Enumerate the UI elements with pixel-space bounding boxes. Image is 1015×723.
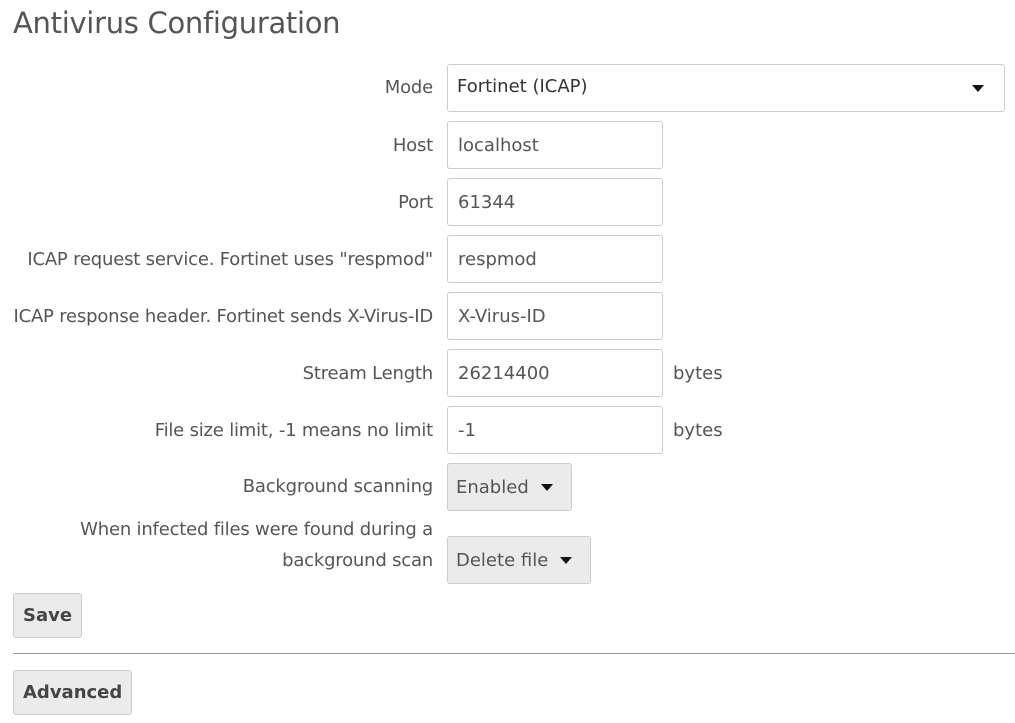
infected-action-dropdown[interactable]: Delete file: [447, 536, 592, 584]
mode-select-value: Fortinet (ICAP): [457, 76, 588, 97]
infected-action-value: Delete file: [456, 549, 549, 571]
icap-response-header-input[interactable]: [447, 292, 663, 340]
file-size-limit-label: File size limit, -1 means no limit: [154, 420, 433, 441]
mode-select[interactable]: Fortinet (ICAP): [447, 64, 1005, 112]
background-scanning-dropdown[interactable]: Enabled: [447, 463, 572, 511]
icap-request-service-label: ICAP request service. Fortinet uses "res…: [27, 249, 433, 270]
advanced-button[interactable]: Advanced: [13, 670, 133, 715]
mode-label: Mode: [384, 77, 433, 98]
file-size-limit-unit: bytes: [673, 420, 723, 441]
stream-length-input[interactable]: [447, 349, 663, 397]
port-label: Port: [398, 192, 433, 213]
infected-action-label: When infected files were found during a …: [80, 519, 433, 571]
caret-down-icon: [540, 483, 553, 491]
divider: [13, 653, 1015, 654]
background-scanning-label: Background scanning: [242, 476, 433, 497]
host-input[interactable]: [447, 121, 663, 169]
background-scanning-value: Enabled: [456, 476, 529, 498]
save-button[interactable]: Save: [13, 593, 83, 638]
stream-length-unit: bytes: [673, 363, 723, 384]
port-input[interactable]: [447, 178, 663, 226]
stream-length-label: Stream Length: [302, 363, 434, 384]
caret-down-icon: [972, 85, 984, 92]
caret-down-icon: [560, 556, 573, 564]
host-label: Host: [392, 135, 433, 156]
page-title: Antivirus Configuration: [13, 6, 341, 40]
file-size-limit-input[interactable]: [447, 406, 663, 454]
icap-response-header-label: ICAP response header. Fortinet sends X-V…: [13, 306, 433, 327]
icap-request-service-input[interactable]: [447, 235, 663, 283]
